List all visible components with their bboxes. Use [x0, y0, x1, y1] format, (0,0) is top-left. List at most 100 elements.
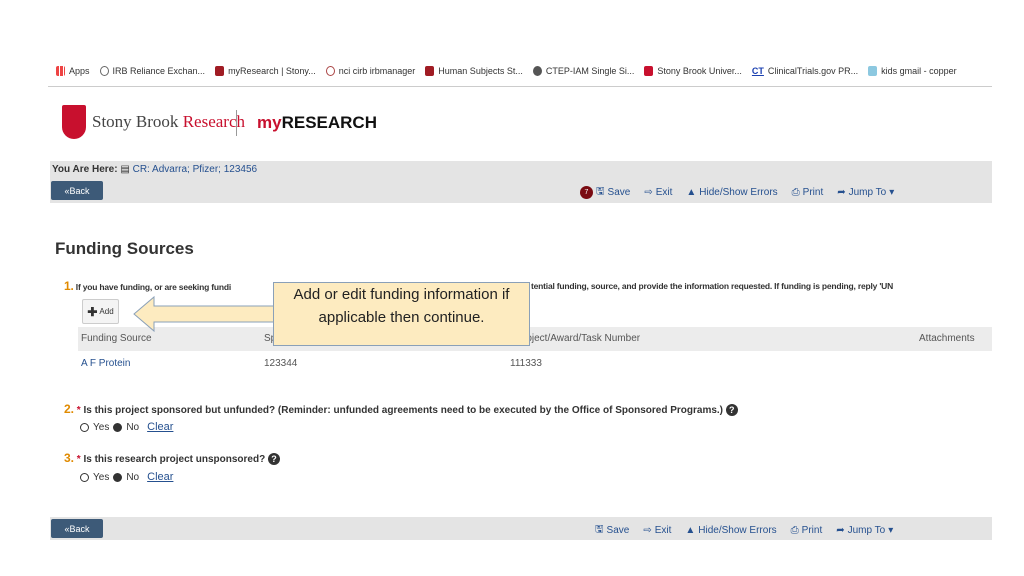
radio-yes[interactable] [80, 422, 89, 432]
instruction-callout: Add or edit funding information if appli… [273, 282, 530, 346]
print-icon: ⎙ [790, 525, 799, 536]
hide-show-errors-button[interactable]: ▲ Hide/Show Errors [685, 525, 776, 536]
tag-icon [868, 66, 878, 76]
hide-show-errors-button[interactable]: ▲ Hide/Show Errors [686, 187, 777, 198]
print-button[interactable]: ⎙ Print [792, 187, 824, 198]
required-marker: * [76, 405, 81, 416]
question-2: 2. * Is this project sponsored but unfun… [64, 402, 964, 416]
bookmarks-bar: Apps IRB Reliance Exchan... myResearch |… [56, 63, 957, 79]
radio-label: No [126, 471, 140, 483]
stony-brook-research-logo[interactable]: Stony Brook Research [62, 105, 245, 139]
toolbar-actions: 7 🖫 Save ⇨ Exit ▲ Hide/Show Errors ⎙ Print ➦… [580, 184, 894, 201]
shield-icon [215, 66, 225, 76]
errors-label: Hide/Show Errors [698, 525, 777, 536]
exit-button[interactable]: ⇨ Exit [643, 525, 671, 536]
award-number-cell: 111333 [510, 358, 542, 369]
myresearch-logo: myRESEARCH [257, 113, 377, 133]
help-icon[interactable]: ? [725, 404, 738, 416]
bookmark-label: CTEP-IAM Single Si... [545, 66, 635, 76]
save-label: Save [607, 187, 631, 198]
add-label: Add [99, 307, 114, 316]
question-number: 2. [64, 402, 75, 416]
q2-options: Yes No Clear [80, 421, 173, 433]
shield-logo-icon [62, 105, 86, 139]
plus-icon: ✚ [87, 304, 98, 319]
warning-icon: ▲ [686, 187, 697, 198]
bookmark-label: myResearch | Stony... [228, 66, 316, 76]
divider [48, 86, 992, 87]
page-title: Funding Sources [55, 239, 194, 258]
bookmark-stony-brook[interactable]: Stony Brook Univer... [644, 66, 742, 76]
toolbar-actions-bottom: 🖫 Save ⇨ Exit ▲ Hide/Show Errors ⎙ Print ➦ Ju… [595, 522, 893, 539]
back-button-bottom[interactable]: «Back [51, 519, 103, 538]
save-icon: 🖫 [596, 186, 605, 197]
caret-down-icon: ▾ [888, 525, 894, 536]
exit-label: Exit [655, 187, 673, 198]
bookmark-human-subjects[interactable]: Human Subjects St... [425, 66, 523, 76]
question-text: Is this project sponsored but unfunded? … [83, 405, 724, 416]
exit-label: Exit [654, 525, 672, 536]
save-label: Save [606, 525, 630, 536]
bookmark-label: IRB Reliance Exchan... [112, 66, 206, 76]
back-button[interactable]: «Back [51, 181, 103, 200]
bookmark-nci-cirb[interactable]: nci cirb irbmanager [325, 66, 415, 76]
bookmark-label: Stony Brook Univer... [657, 66, 742, 76]
logo-divider [236, 110, 237, 136]
globe-icon [532, 66, 542, 76]
q3-options: Yes No Clear [80, 471, 173, 483]
errors-label: Hide/Show Errors [699, 187, 778, 198]
question-number: 1. [64, 279, 74, 293]
required-marker: * [76, 454, 81, 465]
question-text: If you have funding, or are seeking fund… [75, 282, 231, 292]
jump-to-button[interactable]: ➦ Jump To ▾ [837, 187, 894, 198]
radio-no[interactable] [113, 422, 123, 432]
sponsor-id-cell: 123344 [264, 358, 298, 369]
share-arrow-icon: ➦ [836, 525, 845, 536]
apps-grid-icon [56, 66, 65, 76]
warning-icon: ▲ [685, 525, 696, 536]
share-arrow-icon: ➦ [837, 187, 846, 198]
exit-button[interactable]: ⇨ Exit [644, 187, 672, 198]
logo-prefix: my [257, 113, 282, 132]
radio-no[interactable] [113, 472, 123, 482]
exit-icon: ⇨ [643, 525, 652, 536]
bookmark-label: Apps [69, 66, 90, 76]
clear-link[interactable]: Clear [147, 471, 173, 483]
print-button[interactable]: ⎙ Print [791, 525, 823, 536]
question-text: Is this research project unsponsored? [83, 454, 266, 465]
bookmark-ctep-iam[interactable]: CTEP-IAM Single Si... [532, 66, 635, 76]
column-header: Attachments [919, 333, 975, 344]
breadcrumb-link[interactable]: CR: Advarra; Pfizer; 123456 [133, 164, 258, 175]
shield-icon [644, 66, 654, 76]
print-icon: ⎙ [791, 187, 800, 198]
save-button[interactable]: 🖫 Save [596, 184, 630, 201]
column-header: Funding Source [81, 333, 152, 344]
bookmark-irb-reliance[interactable]: IRB Reliance Exchan... [99, 66, 206, 76]
save-icon: 🖫 [595, 524, 604, 535]
question-1-text-end: tential funding, source, and provide the… [531, 281, 894, 291]
jump-label: Jump To [847, 525, 886, 536]
nci-icon [325, 66, 335, 76]
callout-arrow-icon [133, 295, 276, 333]
bookmark-kids-gmail[interactable]: kids gmail - copper [868, 66, 957, 76]
bookmark-myresearch[interactable]: myResearch | Stony... [215, 66, 316, 76]
shield-icon [425, 66, 435, 76]
logo-app-name: RESEARCH [281, 113, 377, 132]
help-icon[interactable]: ? [267, 453, 280, 465]
radio-yes[interactable] [80, 472, 89, 482]
jump-label: Jump To [848, 187, 887, 198]
print-label: Print [801, 525, 823, 536]
bookmark-apps[interactable]: Apps [56, 66, 90, 76]
ct-icon: CT [751, 66, 764, 76]
funding-source-link[interactable]: A F Protein [81, 358, 130, 369]
jump-to-button[interactable]: ➦ Jump To ▾ [836, 525, 893, 536]
clear-link[interactable]: Clear [147, 421, 173, 433]
breadcrumb: You Are Here: ▤ CR: Advarra; Pfizer; 123… [52, 164, 257, 175]
bookmark-clinicaltrials[interactable]: CT ClinicalTrials.gov PR... [752, 66, 858, 76]
table-row: A F Protein 123344 111333 [78, 352, 992, 374]
error-count-badge: 7 [580, 186, 593, 199]
save-button[interactable]: 🖫 Save [595, 522, 629, 539]
add-funding-button[interactable]: ✚ Add [82, 299, 119, 324]
breadcrumb-label: You Are Here: [52, 164, 118, 175]
radio-label: No [126, 421, 140, 433]
